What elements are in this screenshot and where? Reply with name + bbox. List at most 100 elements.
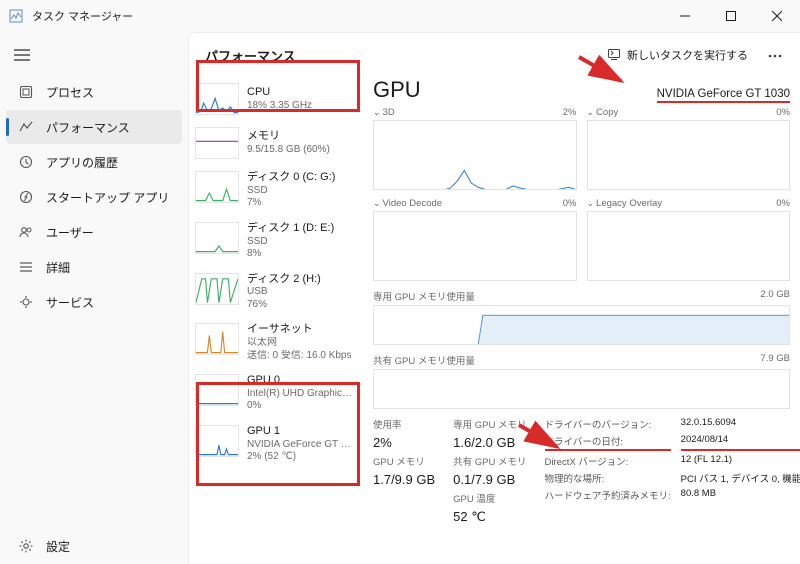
chart-shared-memory [373,369,790,409]
drv-ver-v: 32.0.15.6094 [681,417,800,431]
nav-item-users[interactable]: ユーザー [6,215,182,249]
minimize-button[interactable] [662,0,708,32]
usage-value: 2% [373,435,435,450]
metric-title: GPU 0 [247,374,353,388]
chart-pct: 0% [776,198,790,209]
ded-label: 専用 GPU メモリ [453,417,526,431]
gear-icon [18,538,34,554]
history-icon [18,154,34,170]
metric-spark-0 [195,83,239,115]
chart-pct: 0% [776,107,790,118]
run-new-icon [607,47,621,64]
chart-dedicated-memory [373,305,790,345]
app-icon [8,8,24,24]
metric-list[interactable]: CPU18% 3.35 GHzメモリ9.5/15.8 GB (60%)ディスク … [189,77,361,564]
temp-label: GPU 温度 [453,491,526,505]
hwres-k: ハードウェア予約済みメモリ: [545,488,671,502]
gpu-detail: GPU NVIDIA GeForce GT 1030 ⌄3D2%⌄Copy0% … [361,77,800,564]
metric-item-6[interactable]: GPU 0Intel(R) UHD Graphics ...0% [189,368,361,419]
metric-item-3[interactable]: ディスク 1 (D: E:)SSD8% [189,216,361,267]
nav-item-startup[interactable]: スタートアップ アプリ [6,180,182,214]
metric-title: ディスク 1 (D: E:) [247,222,334,236]
metric-spark-7 [195,425,239,457]
gpumem-label: GPU メモリ [373,454,435,468]
metric-title: ディスク 0 (C: G:) [247,171,335,185]
hamburger-button[interactable] [4,38,40,72]
processes-icon [18,84,34,100]
nav-settings[interactable]: 設定 [6,529,182,563]
detail-title: GPU [373,77,421,103]
metric-spark-5 [195,323,239,355]
usage-label: 使用率 [373,417,435,431]
chart-name[interactable]: ⌄Legacy Overlay [587,198,663,209]
metric-spark-1 [195,127,239,159]
metric-item-5[interactable]: イーサネット以太网送信: 0 受信: 16.0 Kbps [189,317,361,368]
chart-name[interactable]: ⌄Video Decode [373,198,442,209]
chart-3D [373,120,577,190]
maximize-button[interactable] [708,0,754,32]
nav-item-history[interactable]: アプリの履歴 [6,145,182,179]
nav-item-services[interactable]: サービス [6,285,182,319]
ded-mem-label: 専用 GPU メモリ使用量 [373,289,475,303]
left-nav: プロセスパフォーマンスアプリの履歴スタートアップ アプリユーザー詳細サービス 設… [0,32,188,564]
main-header: パフォーマンス 新しいタスクを実行する [189,33,800,77]
drv-ver-k: ドライバーのバージョン: [545,417,671,431]
chart-Copy [587,120,791,190]
metric-item-0[interactable]: CPU18% 3.35 GHz [189,77,361,121]
more-button[interactable] [762,45,788,65]
nav-item-details[interactable]: 詳細 [6,250,182,284]
nav-item-label: パフォーマンス [46,119,130,136]
details-icon [18,259,34,275]
metric-title: CPU [247,86,312,100]
dx-k: DirectX バージョン: [545,454,671,468]
shr-mem-label: 共有 GPU メモリ使用量 [373,353,475,367]
metric-item-7[interactable]: GPU 1NVIDIA GeForce GT 1...2% (52 ℃) [189,419,361,470]
nav-item-performance[interactable]: パフォーマンス [6,110,182,144]
metric-item-2[interactable]: ディスク 0 (C: G:)SSD7% [189,165,361,216]
nav-item-label: アプリの履歴 [46,154,118,171]
chart-pct: 0% [563,198,577,209]
metric-title: GPU 1 [247,425,353,439]
loc-v: PCI バス 1, デバイス 0, 機能 0 [681,471,800,485]
loc-k: 物理的な場所: [545,471,671,485]
nav-item-label: 詳細 [46,259,70,276]
run-new-task-button[interactable]: 新しいタスクを実行する [599,43,756,68]
metric-spark-4 [195,273,239,305]
metric-title: イーサネット [247,323,352,337]
nav-item-label: ユーザー [46,224,94,241]
page-title: パフォーマンス [205,46,296,65]
titlebar: タスク マネージャー [0,0,800,32]
app-title: タスク マネージャー [32,8,133,24]
services-icon [18,294,34,310]
nav-item-label: プロセス [46,84,94,101]
chart-name[interactable]: ⌄3D [373,107,395,118]
shr-value: 0.1/7.9 GB [453,472,526,487]
users-icon [18,224,34,240]
nav-item-label: スタートアップ アプリ [46,189,169,206]
shr-mem-max: 7.9 GB [760,353,790,367]
performance-icon [18,119,34,135]
nav-item-processes[interactable]: プロセス [6,75,182,109]
gpumem-value: 1.7/9.9 GB [373,472,435,487]
gpu-device-name: NVIDIA GeForce GT 1030 [657,88,790,103]
metric-spark-6 [195,374,239,406]
chart-Video Decode [373,211,577,281]
metric-item-1[interactable]: メモリ9.5/15.8 GB (60%) [189,121,361,165]
temp-value: 52 ℃ [453,509,526,525]
chart-Legacy Overlay [587,211,791,281]
metric-spark-3 [195,222,239,254]
close-button[interactable] [754,0,800,32]
main-panel: パフォーマンス 新しいタスクを実行する CPU18% 3.35 GHzメモリ9.… [188,32,800,564]
chart-name[interactable]: ⌄Copy [587,107,619,118]
hwres-v: 80.8 MB [681,488,800,502]
metric-title: メモリ [247,130,330,144]
ded-value: 1.6/2.0 GB [453,435,526,450]
dx-v: 12 (FL 12.1) [681,454,800,468]
metric-title: ディスク 2 (H:) [247,273,321,287]
metric-spark-2 [195,171,239,203]
drv-date-v: 2024/08/14 [681,434,800,451]
metric-item-4[interactable]: ディスク 2 (H:)USB76% [189,267,361,318]
shr-label: 共有 GPU メモリ [453,454,526,468]
ded-mem-max: 2.0 GB [760,289,790,303]
run-new-label: 新しいタスクを実行する [627,47,748,63]
